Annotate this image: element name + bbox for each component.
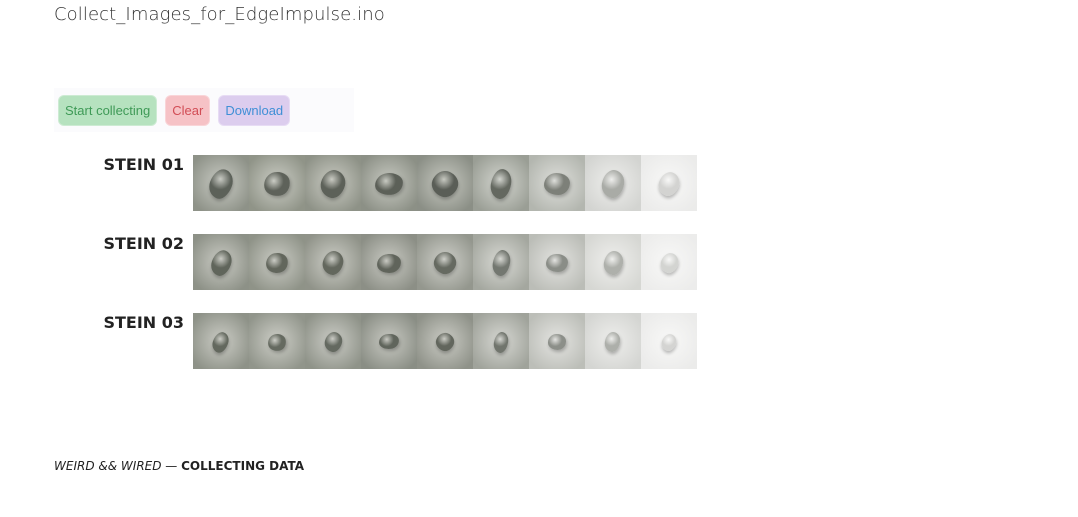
- stone-thumbnail: [249, 155, 305, 211]
- row-label: STEIN 03: [103, 313, 184, 332]
- stone-image: [428, 167, 462, 201]
- thumbnail-strip: [193, 155, 697, 211]
- footer-brand: WEIRD && WIRED: [54, 459, 162, 473]
- stone-image: [266, 332, 288, 352]
- start-collecting-button[interactable]: Start collecting: [59, 95, 157, 125]
- stone-thumbnail: [529, 234, 585, 290]
- stone-thumbnail: [361, 313, 417, 369]
- stone-thumbnail: [641, 234, 697, 290]
- thumbnail-strip: [193, 234, 697, 290]
- stone-thumbnail: [585, 234, 641, 290]
- stone-thumbnail: [641, 155, 697, 211]
- footer: WEIRD && WIRED — COLLECTING DATA: [54, 459, 304, 473]
- stone-image: [545, 253, 569, 273]
- stone-image: [490, 248, 512, 278]
- stone-image: [210, 329, 232, 355]
- stone-image: [207, 247, 235, 279]
- stone-thumbnail: [193, 234, 249, 290]
- toolbar: Start collecting Clear Download: [54, 88, 354, 132]
- footer-separator: —: [161, 459, 182, 473]
- stone-thumbnail: [305, 313, 361, 369]
- stone-thumbnail: [417, 234, 473, 290]
- stone-image: [317, 167, 349, 201]
- stone-image: [547, 334, 567, 350]
- stone-image: [376, 252, 402, 274]
- stone-thumbnail: [193, 155, 249, 211]
- stone-image: [492, 330, 510, 354]
- stone-thumbnail: [361, 155, 417, 211]
- stone-image: [659, 331, 679, 353]
- stone-image: [430, 248, 460, 278]
- stone-thumbnail: [305, 234, 361, 290]
- stone-thumbnail: [473, 234, 529, 290]
- row-label: STEIN 02: [103, 234, 184, 253]
- stone-image: [544, 173, 570, 195]
- stone-image: [657, 250, 681, 276]
- stone-image: [205, 166, 237, 202]
- stone-image: [262, 169, 292, 199]
- stone-image: [655, 169, 683, 199]
- stone-thumbnail: [417, 313, 473, 369]
- stone-thumbnail: [473, 155, 529, 211]
- stone-image: [603, 331, 623, 353]
- stone-image: [601, 249, 625, 277]
- download-button[interactable]: Download: [219, 95, 290, 125]
- page-title: Collect_Images_for_EdgeImpulse.ino: [54, 4, 385, 25]
- image-row: STEIN 03: [0, 313, 710, 370]
- stone-thumbnail: [417, 155, 473, 211]
- stone-thumbnail: [529, 155, 585, 211]
- image-row: STEIN 02: [0, 234, 710, 291]
- stone-image: [433, 330, 457, 354]
- stone-thumbnail: [529, 313, 585, 369]
- stone-image: [374, 171, 404, 197]
- stone-image: [264, 251, 290, 275]
- thumbnail-strip: [193, 313, 697, 369]
- stone-thumbnail: [305, 155, 361, 211]
- stone-thumbnail: [249, 313, 305, 369]
- stone-thumbnail: [473, 313, 529, 369]
- stone-thumbnail: [641, 313, 697, 369]
- stone-image: [488, 167, 514, 201]
- clear-button[interactable]: Clear: [166, 95, 210, 125]
- stone-thumbnail: [585, 155, 641, 211]
- footer-caption: COLLECTING DATA: [181, 459, 305, 473]
- stone-thumbnail: [249, 234, 305, 290]
- image-row: STEIN 01: [0, 155, 710, 212]
- stone-thumbnail: [585, 313, 641, 369]
- stone-thumbnail: [361, 234, 417, 290]
- stone-image: [320, 248, 346, 278]
- stone-image: [599, 168, 627, 200]
- stone-image: [322, 330, 344, 354]
- stone-thumbnail: [193, 313, 249, 369]
- row-label: STEIN 01: [103, 155, 184, 174]
- stone-image: [378, 333, 400, 351]
